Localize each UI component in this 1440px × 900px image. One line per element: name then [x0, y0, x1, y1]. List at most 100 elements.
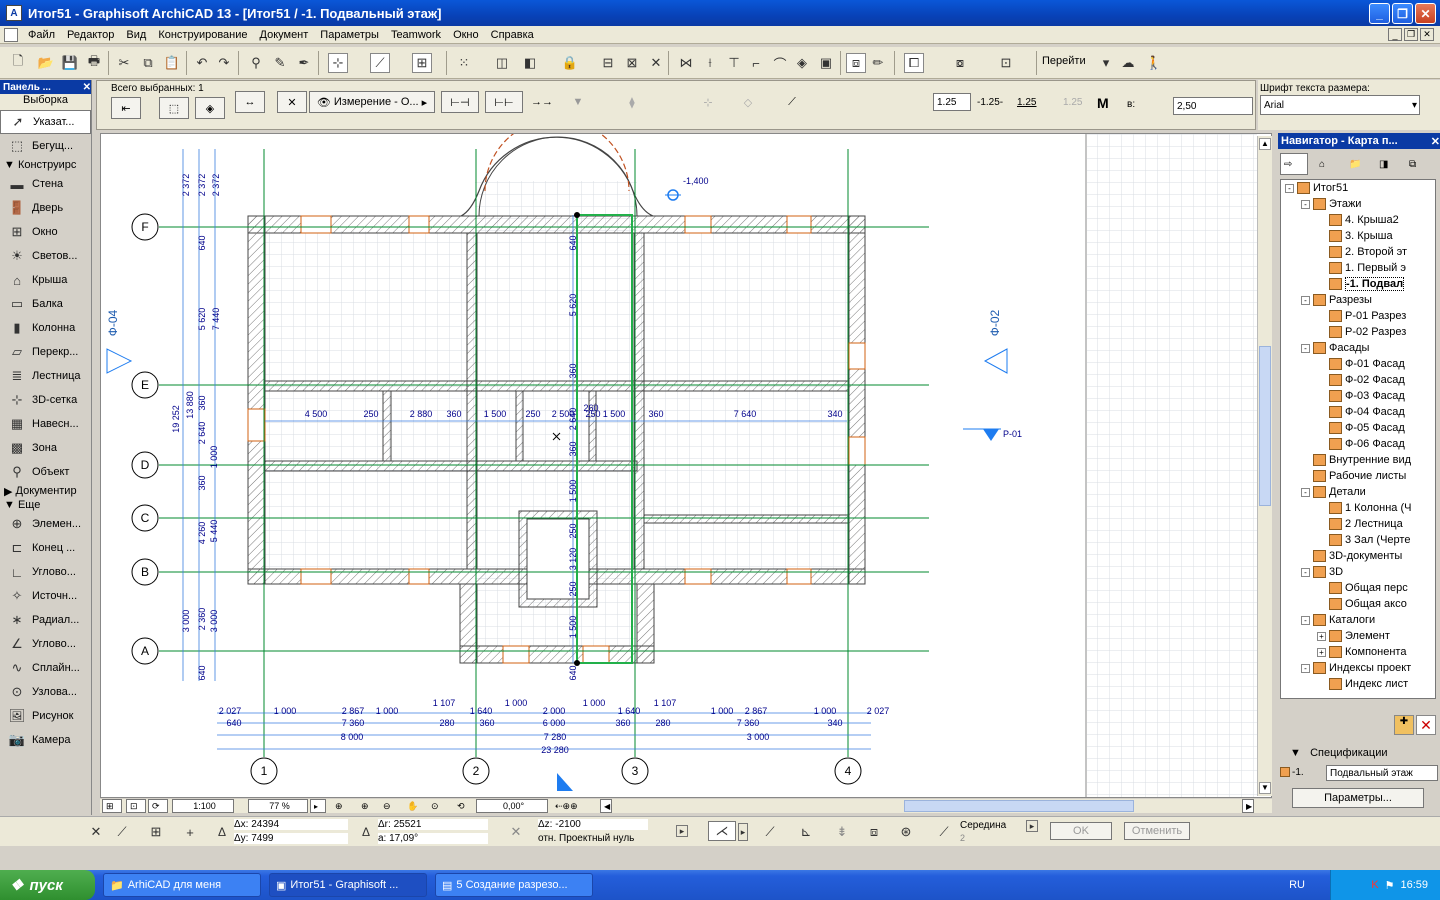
- tree-node[interactable]: - Детали: [1281, 484, 1435, 500]
- more-tool-8[interactable]: 🖼 Рисунок: [0, 704, 91, 728]
- undo-icon[interactable]: ↶: [192, 53, 212, 73]
- collapse-icon[interactable]: -: [1301, 567, 1310, 577]
- mdi-minimize-button[interactable]: _: [1388, 28, 1402, 41]
- dx-field[interactable]: Δx: 24394: [234, 819, 348, 830]
- tree-node[interactable]: -1. Подвал: [1281, 276, 1435, 292]
- menu-options[interactable]: Параметры: [314, 29, 385, 41]
- design-tool-8[interactable]: ≣ Лестница: [0, 364, 91, 388]
- design-tool-12[interactable]: ⚲ Объект: [0, 460, 91, 484]
- explode-icon[interactable]: ◈: [792, 53, 812, 73]
- specs-section[interactable]: ▼ Спецификации: [1290, 747, 1387, 759]
- publisher-icon[interactable]: ◨: [1376, 153, 1398, 175]
- tree-node[interactable]: Ф-03 Фасад: [1281, 388, 1435, 404]
- zoom-out-icon[interactable]: ⊖: [380, 799, 398, 813]
- pointer-tool[interactable]: ➚ Указат...: [0, 110, 91, 134]
- expand-icon[interactable]: +: [1317, 647, 1326, 657]
- tree-node[interactable]: Ф-01 Фасад: [1281, 356, 1435, 372]
- linear-dim-button[interactable]: ⊢⊣: [441, 91, 479, 113]
- mdi-restore-button[interactable]: ❐: [1404, 28, 1418, 41]
- intersect-icon[interactable]: ⋈: [676, 53, 696, 73]
- zoom-prev-icon[interactable]: ⊡: [126, 799, 146, 813]
- collapse-icon[interactable]: -: [1301, 487, 1310, 497]
- tree-node[interactable]: + Компонента: [1281, 644, 1435, 660]
- delete-view-icon[interactable]: ✕: [1416, 715, 1436, 735]
- tree-node[interactable]: 3. Крыша: [1281, 228, 1435, 244]
- dimension-type-dropdown[interactable]: 👁 Измерение - О... ▸: [309, 91, 435, 113]
- snap-grid-icon[interactable]: ⊞: [412, 53, 432, 73]
- text-pos-label[interactable]: -1.25-: [977, 97, 1003, 108]
- syringe-icon[interactable]: ✒: [294, 53, 314, 73]
- baseline-dim-button[interactable]: →→: [527, 91, 557, 113]
- tree-node[interactable]: 2. Второй эт: [1281, 244, 1435, 260]
- tree-node[interactable]: 2 Лестница: [1281, 516, 1435, 532]
- parameters-button[interactable]: Параметры...: [1292, 788, 1424, 808]
- view-map-icon[interactable]: ⌂: [1316, 153, 1338, 175]
- pan-hand-icon[interactable]: ✋: [404, 799, 422, 813]
- snap-perp-icon[interactable]: ⊾: [796, 822, 816, 842]
- vertical-scroll-thumb[interactable]: [1259, 346, 1271, 506]
- menu-document[interactable]: Документ: [254, 29, 315, 41]
- pencil-eraser-icon[interactable]: ✏: [868, 53, 888, 73]
- tree-node[interactable]: Рабочие листы: [1281, 468, 1435, 484]
- collapse-icon[interactable]: -: [1301, 615, 1310, 625]
- cancel-x-icon[interactable]: ✕: [86, 822, 106, 842]
- network-icon[interactable]: ⚑: [1385, 879, 1395, 892]
- collapse-icon[interactable]: -: [1285, 183, 1294, 193]
- eyedropper-icon[interactable]: ✎: [270, 53, 290, 73]
- new-view-icon[interactable]: ✚: [1394, 715, 1414, 735]
- design-tool-2[interactable]: ⊞ Окно: [0, 220, 91, 244]
- zoom-window-icon[interactable]: ⊕: [332, 799, 350, 813]
- palette-header[interactable]: Панель ... ✕: [0, 80, 91, 94]
- floor-plan-canvas[interactable]: F E D C B A 1 2 3 4 -1,400 Ф-04 Ф-02 Р-01 2 372 2 372 2 …: [100, 133, 1272, 798]
- close-button[interactable]: ✕: [1415, 3, 1436, 24]
- more-tool-9[interactable]: 📷 Камера: [0, 728, 91, 752]
- zoom-in-icon[interactable]: ⊕: [358, 799, 376, 813]
- menu-window[interactable]: Окно: [447, 29, 485, 41]
- tree-node[interactable]: Ф-06 Фасад: [1281, 436, 1435, 452]
- design-tool-6[interactable]: ▮ Колонна: [0, 316, 91, 340]
- menu-edit[interactable]: Редактор: [61, 29, 120, 41]
- snap-grid-small-icon[interactable]: ⊞: [146, 822, 166, 842]
- ruler-icon[interactable]: ⟋: [112, 822, 132, 842]
- witness-button[interactable]: ⧫: [617, 91, 647, 113]
- menu-view[interactable]: Вид: [120, 29, 152, 41]
- tree-node[interactable]: Индекс лист: [1281, 676, 1435, 692]
- snap-mode-icon[interactable]: ⋌: [708, 821, 736, 841]
- chevron-down-icon[interactable]: ▾: [1096, 53, 1116, 73]
- language-indicator[interactable]: RU: [1289, 879, 1305, 891]
- task-folder[interactable]: 📁 ArhiCAD для меня: [103, 873, 261, 897]
- tree-node[interactable]: Ф-04 Фасад: [1281, 404, 1435, 420]
- plus-icon[interactable]: +: [180, 822, 200, 842]
- snap-options-arrow-icon[interactable]: ▸: [1026, 820, 1038, 832]
- collapse-icon[interactable]: -: [1301, 295, 1310, 305]
- more-tool-6[interactable]: ∿ Сплайн...: [0, 656, 91, 680]
- ok-button[interactable]: OK: [1050, 822, 1112, 840]
- snap-line-icon[interactable]: ⟋: [760, 822, 780, 842]
- new-file-icon[interactable]: 🗋: [8, 53, 28, 73]
- zoom-display[interactable]: 77 %: [248, 799, 308, 813]
- mdi-close-button[interactable]: ✕: [1420, 28, 1434, 41]
- tree-node[interactable]: - Индексы проект: [1281, 660, 1435, 676]
- tree-node[interactable]: - 3D: [1281, 564, 1435, 580]
- split-icon[interactable]: ⊤: [724, 53, 744, 73]
- close-icon[interactable]: ✕: [83, 82, 91, 93]
- design-tool-0[interactable]: ▬ Стена: [0, 172, 91, 196]
- stair-icon[interactable]: ⊟: [598, 53, 618, 73]
- tree-node[interactable]: Общая аксо: [1281, 596, 1435, 612]
- eraser-button[interactable]: ◈: [195, 97, 225, 119]
- snap-mode-arrow-icon[interactable]: ▸: [738, 823, 748, 841]
- redo-icon[interactable]: ↷: [214, 53, 234, 73]
- refresh-icon[interactable]: ⟳: [148, 799, 168, 813]
- open-file-icon[interactable]: 📂: [36, 53, 56, 73]
- more-tool-1[interactable]: ⊏ Конец ...: [0, 536, 91, 560]
- marker-button[interactable]: ✕: [277, 91, 307, 113]
- detail-button[interactable]: ◇: [733, 91, 763, 113]
- table-icon[interactable]: ⊠: [622, 53, 642, 73]
- more-tool-0[interactable]: ⊕ Элемен...: [0, 512, 91, 536]
- marker-triangle-button[interactable]: ▼: [563, 91, 593, 113]
- tree-node[interactable]: 1 Колонна (Ч: [1281, 500, 1435, 516]
- project-map-icon[interactable]: ⇨: [1280, 153, 1308, 175]
- reference-arrow-icon[interactable]: ▸: [676, 825, 688, 837]
- text-angle-field[interactable]: 1.25: [1063, 97, 1082, 108]
- tree-node[interactable]: - Этажи: [1281, 196, 1435, 212]
